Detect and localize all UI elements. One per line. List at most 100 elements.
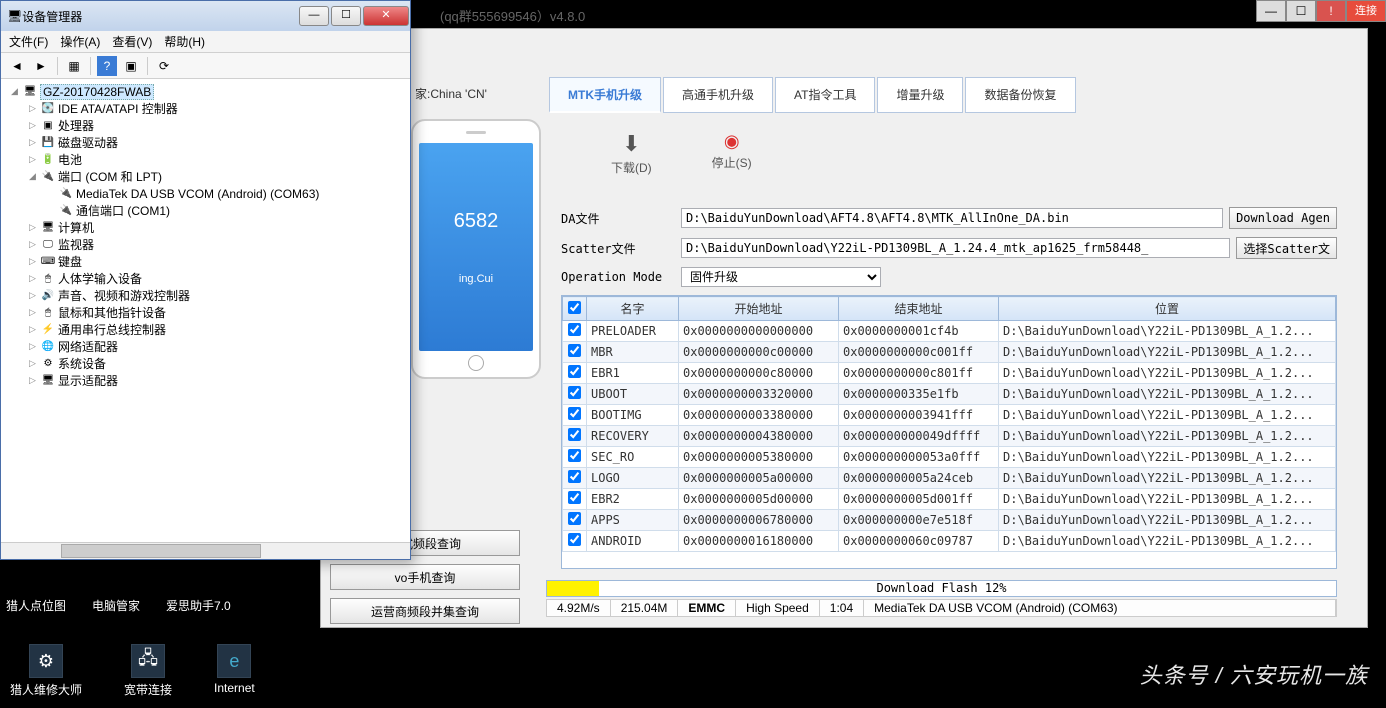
header-end[interactable]: 结束地址 bbox=[839, 297, 999, 321]
scatter-file-input[interactable] bbox=[681, 238, 1230, 258]
tree-node-mtk[interactable]: 🔌MediaTek DA USB VCOM (Android) (COM63) bbox=[9, 185, 410, 202]
tree-node-monitor[interactable]: ▷🖵监视器 bbox=[9, 236, 410, 253]
tree-root[interactable]: GZ-20170428FWAB bbox=[40, 84, 154, 100]
status-size: 215.04M bbox=[611, 600, 679, 616]
table-row[interactable]: BOOTIMG0x00000000033800000x0000000003941… bbox=[563, 405, 1336, 426]
table-row[interactable]: MBR0x0000000000c000000x0000000000c001ffD… bbox=[563, 342, 1336, 363]
da-file-input[interactable] bbox=[681, 208, 1223, 228]
header-name[interactable]: 名字 bbox=[587, 297, 679, 321]
dm-menu-help[interactable]: 帮助(H) bbox=[164, 33, 205, 50]
watermark: 头条号 / 六安玩机一族 bbox=[1140, 658, 1368, 690]
net-icon: 🌐 bbox=[40, 339, 56, 355]
toolbar-fwd-icon[interactable]: ► bbox=[31, 56, 51, 76]
tab-bar: MTK手机升级 高通手机升级 AT指令工具 增量升级 数据备份恢复 bbox=[549, 77, 1076, 113]
tree-node-ide[interactable]: ▷💽IDE ATA/ATAPI 控制器 bbox=[9, 100, 410, 117]
hid-icon: 🖱 bbox=[40, 271, 56, 287]
com1-icon: 🔌 bbox=[58, 203, 74, 219]
usb-icon: ⚡ bbox=[40, 322, 56, 338]
toolbar-help-icon[interactable]: ? bbox=[97, 56, 117, 76]
tab-at[interactable]: AT指令工具 bbox=[775, 77, 875, 113]
desktop-icon-broadband[interactable]: 🖧宽带连接 bbox=[124, 644, 172, 698]
dm-close-button[interactable]: ✕ bbox=[363, 6, 409, 26]
stop-icon: ◉ bbox=[712, 131, 752, 152]
table-row[interactable]: RECOVERY0x00000000043800000x000000000049… bbox=[563, 426, 1336, 447]
phone-chip: 6582 bbox=[454, 210, 499, 233]
toolbar-refresh-icon[interactable]: ⟳ bbox=[154, 56, 174, 76]
stop-button[interactable]: ◉停止(S) bbox=[712, 131, 752, 176]
status-bar: 4.92M/s 215.04M EMMC High Speed 1:04 Med… bbox=[546, 599, 1337, 617]
status-speed: 4.92M/s bbox=[547, 600, 611, 616]
label-aisi[interactable]: 爱思助手7.0 bbox=[166, 597, 231, 614]
table-row[interactable]: PRELOADER0x00000000000000000x0000000001c… bbox=[563, 321, 1336, 342]
dm-minimize-button[interactable]: — bbox=[299, 6, 329, 26]
opmode-select[interactable]: 固件升级 bbox=[681, 267, 881, 287]
phone-sub: ing.Cui bbox=[459, 273, 493, 285]
dm-menu-view[interactable]: 查看(V) bbox=[112, 33, 152, 50]
download-agent-button[interactable]: Download Agen bbox=[1229, 207, 1337, 229]
table-row[interactable]: UBOOT0x00000000033200000x0000000335e1fbD… bbox=[563, 384, 1336, 405]
bg-minimize-button[interactable]: — bbox=[1256, 0, 1286, 22]
device-tree[interactable]: ◢🖥GZ-20170428FWAB ▷💽IDE ATA/ATAPI 控制器▷▣处… bbox=[1, 79, 410, 539]
tree-node-hid[interactable]: ▷🖱人体学输入设备 bbox=[9, 270, 410, 287]
desktop-icon-repair[interactable]: ⚙猎人维修大师 bbox=[10, 644, 82, 698]
tree-node-keyboard[interactable]: ▷⌨键盘 bbox=[9, 253, 410, 270]
partition-grid[interactable]: 名字 开始地址 结束地址 位置 PRELOADER0x0000000000000… bbox=[561, 295, 1337, 569]
progress-bar: Download Flash 12% bbox=[546, 580, 1337, 597]
header-start[interactable]: 开始地址 bbox=[679, 297, 839, 321]
keyboard-icon: ⌨ bbox=[40, 254, 56, 270]
table-row[interactable]: ANDROID0x00000000161800000x0000000060c09… bbox=[563, 531, 1336, 552]
tree-node-computer[interactable]: ▷🖥计算机 bbox=[9, 219, 410, 236]
tree-node-cpu[interactable]: ▷▣处理器 bbox=[9, 117, 410, 134]
tab-mtk[interactable]: MTK手机升级 bbox=[549, 77, 661, 113]
tree-node-sys[interactable]: ▷⚙系统设备 bbox=[9, 355, 410, 372]
repair-icon: ⚙ bbox=[29, 644, 63, 678]
header-loc[interactable]: 位置 bbox=[999, 297, 1336, 321]
device-manager-window: 🖥 设备管理器 — ☐ ✕ 文件(F) 操作(A) 查看(V) 帮助(H) ◄ … bbox=[0, 0, 411, 560]
label-hunter[interactable]: 猎人点位图 bbox=[6, 597, 66, 614]
ie-icon: e bbox=[217, 644, 251, 678]
bg-app-title: (qq群555699546）v4.8.0 bbox=[440, 6, 585, 25]
tree-node-net[interactable]: ▷🌐网络适配器 bbox=[9, 338, 410, 355]
da-label: DA文件 bbox=[561, 210, 681, 227]
table-row[interactable]: EBR20x0000000005d000000x0000000005d001ff… bbox=[563, 489, 1336, 510]
bg-indicator: ! bbox=[1316, 0, 1346, 22]
tree-node-display[interactable]: ▷🖥显示适配器 bbox=[9, 372, 410, 389]
status-type: EMMC bbox=[678, 600, 736, 616]
tab-inc[interactable]: 增量升级 bbox=[877, 77, 963, 113]
table-row[interactable]: APPS0x00000000067800000x000000000e7e518f… bbox=[563, 510, 1336, 531]
mouse-icon: 🖱 bbox=[40, 305, 56, 321]
dm-hscrollbar[interactable] bbox=[1, 542, 410, 559]
dm-menu-file[interactable]: 文件(F) bbox=[9, 33, 48, 50]
choose-scatter-button[interactable]: 选择Scatter文 bbox=[1236, 237, 1337, 259]
tab-qcom[interactable]: 高通手机升级 bbox=[663, 77, 773, 113]
carrier-query-button[interactable]: 运营商频段并集查询 bbox=[330, 598, 520, 624]
toolbar-scan-icon[interactable]: ▣ bbox=[121, 56, 141, 76]
ide-icon: 💽 bbox=[40, 101, 56, 117]
table-row[interactable]: LOGO0x0000000005a000000x0000000005a24ceb… bbox=[563, 468, 1336, 489]
tree-node-usb[interactable]: ▷⚡通用串行总线控制器 bbox=[9, 321, 410, 338]
ports-icon: 🔌 bbox=[40, 169, 56, 185]
status-mode: High Speed bbox=[736, 600, 820, 616]
table-row[interactable]: SEC_RO0x00000000053800000x000000000053a0… bbox=[563, 447, 1336, 468]
dm-app-icon: 🖥 bbox=[7, 9, 22, 23]
download-button[interactable]: ⬇下载(D) bbox=[611, 131, 652, 176]
bg-maximize-button[interactable]: ☐ bbox=[1286, 0, 1316, 22]
tree-node-batt[interactable]: ▷🔋电池 bbox=[9, 151, 410, 168]
tree-node-com1[interactable]: 🔌通信端口 (COM1) bbox=[9, 202, 410, 219]
tree-node-disk[interactable]: ▷💾磁盘驱动器 bbox=[9, 134, 410, 151]
dm-maximize-button[interactable]: ☐ bbox=[331, 6, 361, 26]
toolbar-detail-icon[interactable]: ▦ bbox=[64, 56, 84, 76]
vivo-query-button[interactable]: vo手机查询 bbox=[330, 564, 520, 590]
tree-node-mouse[interactable]: ▷🖱鼠标和其他指针设备 bbox=[9, 304, 410, 321]
tab-backup[interactable]: 数据备份恢复 bbox=[965, 77, 1075, 113]
tree-node-audio[interactable]: ▷🔊声音、视频和游戏控制器 bbox=[9, 287, 410, 304]
table-row[interactable]: EBR10x0000000000c800000x0000000000c801ff… bbox=[563, 363, 1336, 384]
dm-menu-action[interactable]: 操作(A) bbox=[60, 33, 100, 50]
toolbar-back-icon[interactable]: ◄ bbox=[7, 56, 27, 76]
opmode-label: Operation Mode bbox=[561, 270, 681, 284]
desktop-icon-ie[interactable]: eInternet bbox=[214, 644, 255, 698]
bg-connect-button[interactable]: 连接 bbox=[1346, 0, 1386, 22]
tree-node-ports[interactable]: ◢🔌端口 (COM 和 LPT) bbox=[9, 168, 410, 185]
header-check[interactable] bbox=[563, 297, 587, 321]
label-pcm[interactable]: 电脑管家 bbox=[92, 597, 140, 614]
